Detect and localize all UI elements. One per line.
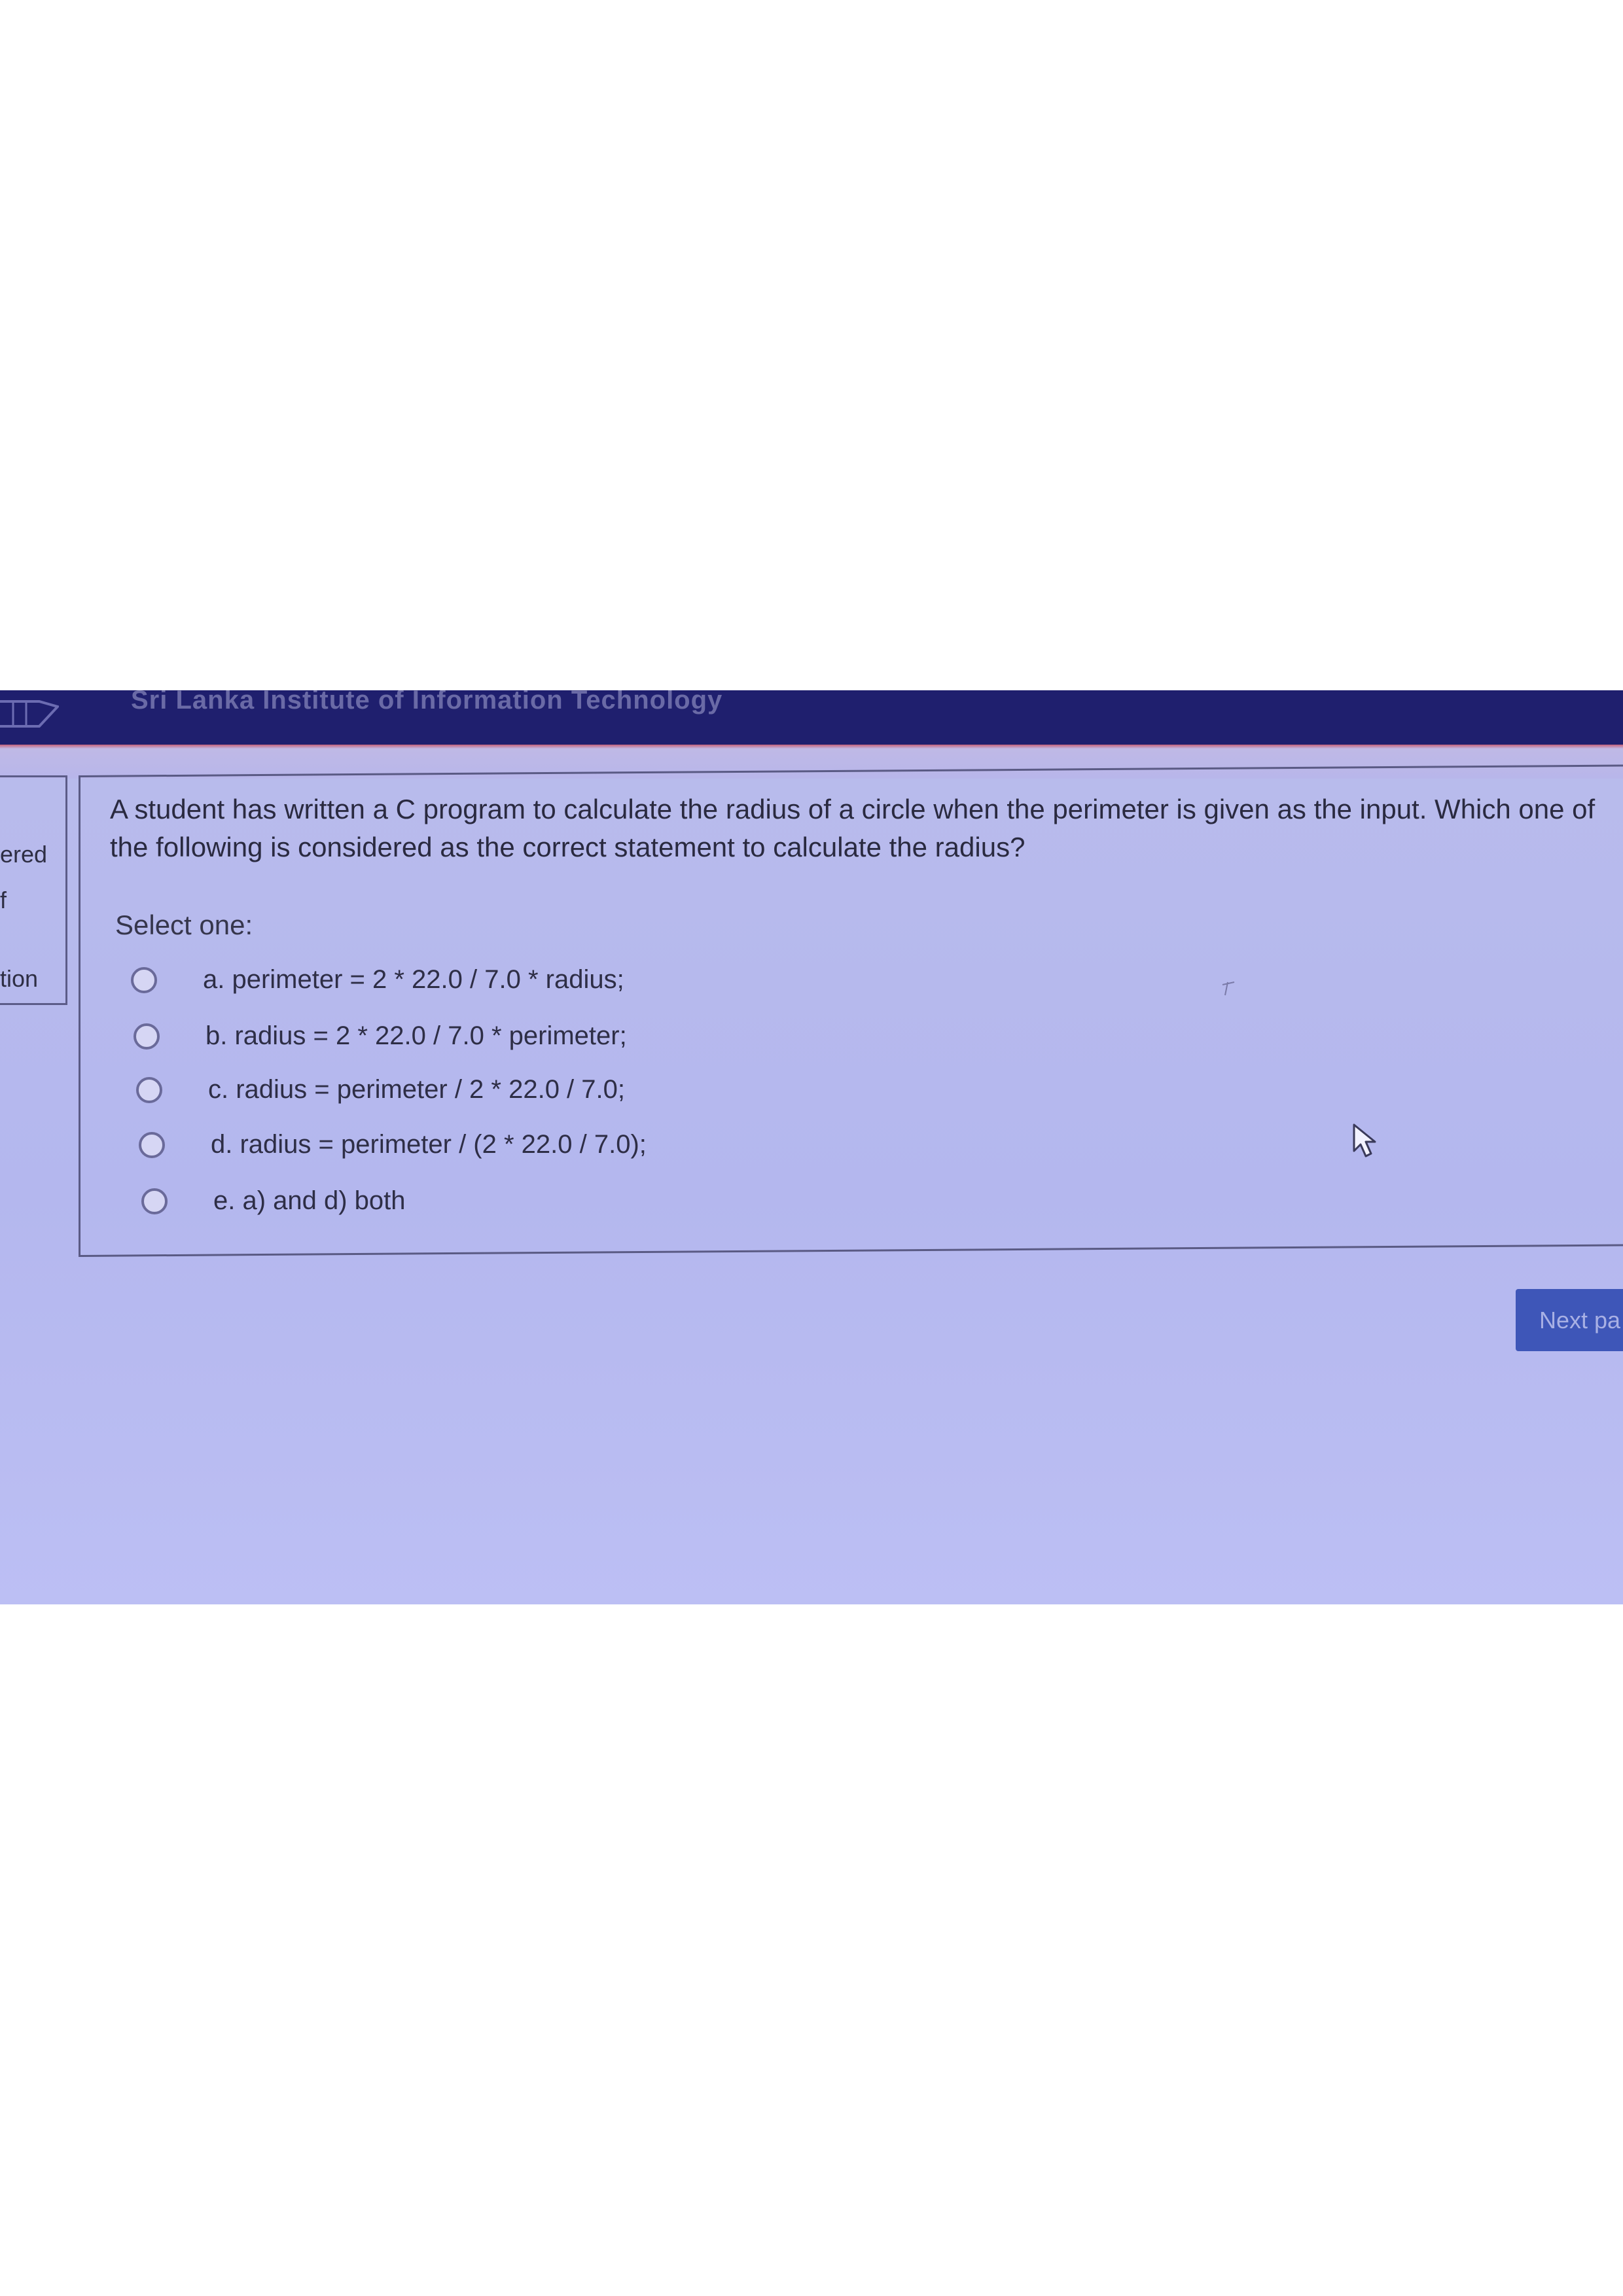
option-label: d. radius = perimeter / (2 * 22.0 / 7.0)…: [211, 1130, 647, 1159]
option-label: a. perimeter = 2 * 22.0 / 7.0 * radius;: [203, 965, 624, 994]
answer-option-b[interactable]: b. radius = 2 * 22.0 / 7.0 * perimeter;: [134, 1021, 627, 1051]
screenshot-photo: Sri Lanka Institute of Information Techn…: [0, 690, 1623, 1604]
answer-option-d[interactable]: d. radius = perimeter / (2 * 22.0 / 7.0)…: [139, 1130, 647, 1159]
question-text: A student has written a C program to cal…: [110, 794, 1596, 862]
option-label: c. radius = perimeter / 2 * 22.0 / 7.0;: [208, 1075, 625, 1104]
option-label: e. a) and d) both: [213, 1186, 406, 1215]
sidebar-mark-text: f: [0, 887, 7, 913]
institute-name: Sri Lanka Institute of Information Techn…: [131, 690, 723, 715]
site-header: Sri Lanka Institute of Information Techn…: [0, 690, 1623, 745]
select-one-prompt: Select one:: [115, 910, 253, 940]
next-page-button[interactable]: Next pa: [1516, 1289, 1623, 1351]
answer-option-e[interactable]: e. a) and d) both: [141, 1186, 406, 1216]
radio-button[interactable]: [139, 1131, 165, 1158]
university-logo-icon: [0, 700, 59, 728]
mouse-pointer-icon: [1353, 1123, 1376, 1157]
answer-option-a[interactable]: a. perimeter = 2 * 22.0 / 7.0 * radius;: [131, 965, 624, 995]
radio-button[interactable]: [134, 1023, 160, 1050]
radio-button[interactable]: [131, 966, 157, 993]
sidebar-status-text: ered: [0, 841, 48, 868]
sidebar-question-text: tion: [0, 965, 39, 992]
radio-button[interactable]: [141, 1188, 168, 1214]
radio-button[interactable]: [136, 1076, 162, 1103]
answer-option-c[interactable]: c. radius = perimeter / 2 * 22.0 / 7.0;: [136, 1075, 625, 1104]
option-label: b. radius = 2 * 22.0 / 7.0 * perimeter;: [205, 1021, 627, 1050]
small-mark-icon: [1222, 981, 1235, 996]
